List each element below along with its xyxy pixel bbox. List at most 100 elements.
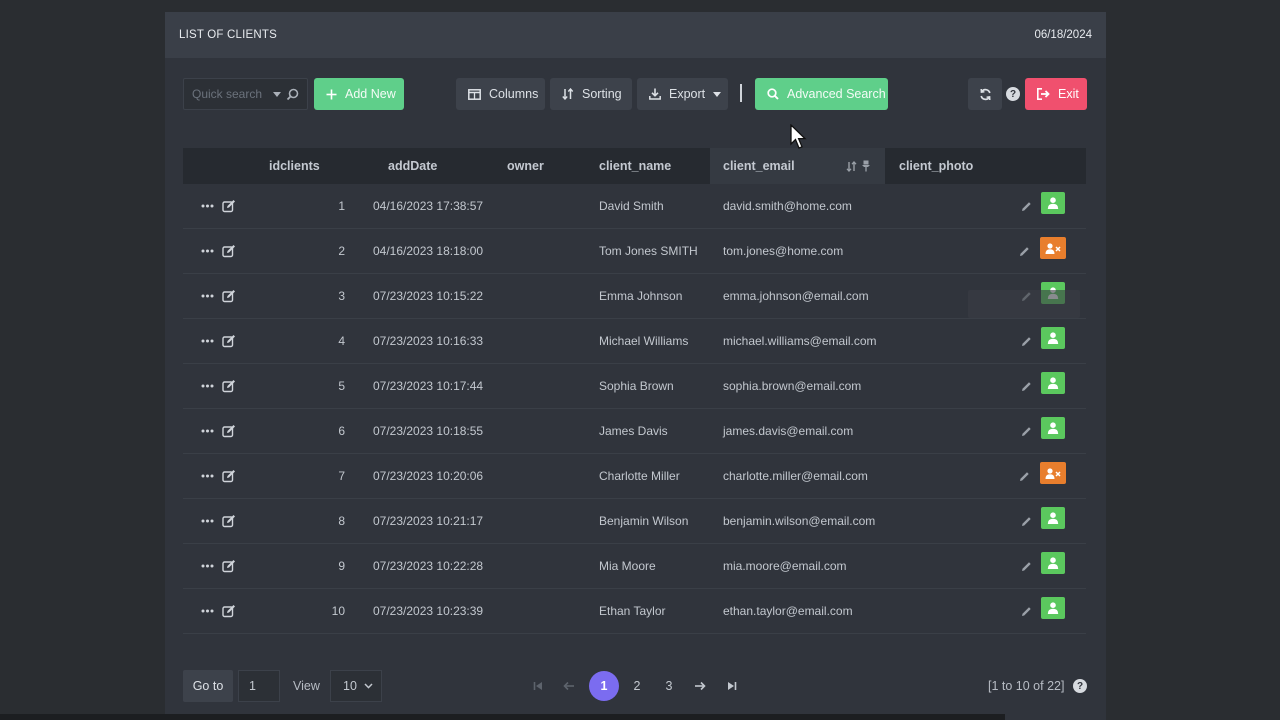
columns-icon: [468, 88, 481, 100]
table-row[interactable]: 7 07/23/2023 10:20:06 Charlotte Miller c…: [183, 454, 1086, 499]
pencil-icon[interactable]: [1021, 409, 1032, 453]
cell-idclients: 3: [338, 289, 345, 303]
table-row[interactable]: 1 04/16/2023 17:38:57 David Smith david.…: [183, 184, 1086, 229]
exit-button[interactable]: Exit: [1025, 78, 1087, 110]
more-options-icon[interactable]: [201, 274, 214, 318]
table-row[interactable]: 10 07/23/2023 10:23:39 Ethan Taylor etha…: [183, 589, 1086, 634]
edit-icon[interactable]: [222, 409, 236, 453]
user-icon[interactable]: [1041, 372, 1065, 394]
advanced-search-button[interactable]: Advanced Search: [755, 78, 888, 110]
last-page-icon[interactable]: [722, 671, 742, 701]
cell-idclients: 6: [338, 424, 345, 438]
pencil-icon[interactable]: [1021, 319, 1032, 363]
download-icon: [649, 88, 661, 100]
pin-icon[interactable]: [861, 160, 871, 172]
user-icon[interactable]: [1041, 327, 1065, 349]
edit-icon[interactable]: [222, 229, 236, 273]
column-header-client-name[interactable]: client_name: [599, 148, 671, 184]
sign-out-icon: [1037, 88, 1050, 100]
page-number-input[interactable]: 1: [238, 670, 280, 702]
column-header-client-photo[interactable]: client_photo: [899, 148, 973, 184]
more-options-icon[interactable]: [201, 499, 214, 543]
cell-adddate: 07/23/2023 10:17:44: [373, 379, 484, 393]
more-options-icon[interactable]: [201, 229, 214, 273]
refresh-icon: [979, 88, 992, 101]
more-options-icon[interactable]: [201, 184, 214, 228]
cell-adddate: 07/23/2023 10:21:17: [373, 514, 484, 528]
columns-label: Columns: [489, 87, 539, 101]
cell-client-email: michael.williams@email.com: [723, 334, 877, 348]
column-header-idclients[interactable]: idclients: [269, 148, 320, 184]
user-icon[interactable]: [1041, 552, 1065, 574]
mouse-cursor-icon: [790, 124, 808, 150]
pencil-icon[interactable]: [1019, 454, 1030, 498]
table-row[interactable]: 3 07/23/2023 10:15:22 Emma Johnson emma.…: [183, 274, 1086, 319]
more-options-icon[interactable]: [201, 409, 214, 453]
more-options-icon[interactable]: [201, 589, 214, 633]
pencil-icon[interactable]: [1021, 544, 1032, 588]
edit-icon[interactable]: [222, 274, 236, 318]
prev-page-icon[interactable]: [559, 671, 579, 701]
next-page-icon[interactable]: [690, 671, 710, 701]
cell-client-email: sophia.brown@email.com: [723, 379, 862, 393]
user-remove-icon[interactable]: [1040, 237, 1066, 259]
edit-icon[interactable]: [222, 319, 236, 363]
page-1-button[interactable]: 1: [589, 671, 619, 701]
pencil-icon[interactable]: [1021, 364, 1032, 408]
cell-idclients: 9: [338, 559, 345, 573]
columns-button[interactable]: Columns: [456, 78, 545, 110]
chevron-down-icon[interactable]: [273, 91, 281, 97]
pencil-icon[interactable]: [1021, 499, 1032, 543]
table-row[interactable]: 9 07/23/2023 10:22:28 Mia Moore mia.moor…: [183, 544, 1086, 589]
sort-icon: [562, 88, 574, 100]
user-remove-icon[interactable]: [1040, 462, 1066, 484]
table-row[interactable]: 8 07/23/2023 10:21:17 Benjamin Wilson be…: [183, 499, 1086, 544]
more-options-icon[interactable]: [201, 364, 214, 408]
pencil-icon[interactable]: [1021, 184, 1032, 228]
edit-icon[interactable]: [222, 364, 236, 408]
cell-idclients: 5: [338, 379, 345, 393]
edit-icon[interactable]: [222, 544, 236, 588]
help-icon[interactable]: ?: [1006, 87, 1020, 101]
page-2-button[interactable]: 2: [627, 671, 647, 701]
quick-search-input[interactable]: Quick search: [183, 78, 308, 110]
cell-client-email: david.smith@home.com: [723, 199, 852, 213]
user-icon[interactable]: [1041, 597, 1065, 619]
cell-idclients: 8: [338, 514, 345, 528]
toolbar: Quick search Add New Columns Sorting Exp…: [183, 78, 1088, 112]
table-row[interactable]: 5 07/23/2023 10:17:44 Sophia Brown sophi…: [183, 364, 1086, 409]
table-header: idclients addDate owner client_name clie…: [183, 148, 1086, 184]
goto-button[interactable]: Go to: [183, 670, 233, 702]
sort-icon[interactable]: [846, 160, 857, 172]
first-page-icon[interactable]: [529, 671, 547, 701]
edit-icon[interactable]: [222, 184, 236, 228]
more-options-icon[interactable]: [201, 319, 214, 363]
export-button[interactable]: Export: [637, 78, 728, 110]
pencil-icon[interactable]: [1021, 589, 1032, 633]
page-size-select[interactable]: 10: [330, 670, 382, 702]
plus-icon: [326, 89, 337, 100]
search-icon[interactable]: [286, 88, 299, 101]
column-header-client-email[interactable]: client_email: [710, 148, 885, 184]
user-icon[interactable]: [1041, 192, 1065, 214]
column-header-adddate[interactable]: addDate: [388, 148, 437, 184]
user-icon[interactable]: [1041, 417, 1065, 439]
page-3-button[interactable]: 3: [659, 671, 679, 701]
user-icon[interactable]: [1041, 507, 1065, 529]
pencil-icon[interactable]: [1019, 229, 1030, 273]
more-options-icon[interactable]: [201, 454, 214, 498]
cell-client-email: emma.johnson@email.com: [723, 289, 869, 303]
column-header-owner[interactable]: owner: [507, 148, 544, 184]
more-options-icon[interactable]: [201, 544, 214, 588]
edit-icon[interactable]: [222, 589, 236, 633]
edit-icon[interactable]: [222, 454, 236, 498]
refresh-button[interactable]: [968, 78, 1002, 110]
table-row[interactable]: 6 07/23/2023 10:18:55 James Davis james.…: [183, 409, 1086, 454]
edit-icon[interactable]: [222, 499, 236, 543]
cell-client-email: benjamin.wilson@email.com: [723, 514, 876, 528]
sorting-button[interactable]: Sorting: [550, 78, 632, 110]
table-row[interactable]: 2 04/16/2023 18:18:00 Tom Jones SMITH to…: [183, 229, 1086, 274]
help-icon[interactable]: ?: [1073, 679, 1087, 693]
add-new-button[interactable]: Add New: [314, 78, 404, 110]
table-row[interactable]: 4 07/23/2023 10:16:33 Michael Williams m…: [183, 319, 1086, 364]
